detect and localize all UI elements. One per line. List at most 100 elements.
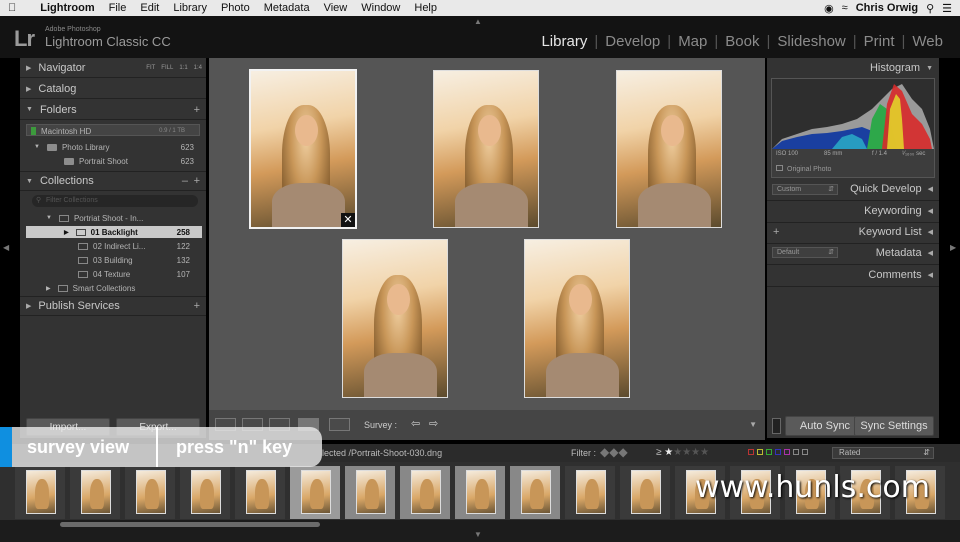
- film-thumb[interactable]: [565, 466, 615, 519]
- top-panel-toggle-icon[interactable]: ▲: [474, 17, 482, 26]
- expand-icon: ▶: [26, 64, 32, 72]
- histogram[interactable]: ISO 100 85 mm f / 1.4 ¹⁄₁₆₀₀ sec Origina…: [771, 78, 935, 178]
- next-arrow-icon[interactable]: ⇨: [429, 417, 438, 430]
- folders-header[interactable]: ▼ Folders +: [20, 100, 206, 120]
- publish-services-header[interactable]: ▶ Publish Services +: [20, 296, 206, 316]
- original-photo-toggle[interactable]: Original Photo: [776, 165, 831, 173]
- metadata-preset-select[interactable]: Default ⇵: [772, 247, 838, 258]
- smart-collections[interactable]: ▶ Smart Collections: [46, 282, 194, 294]
- survey-photo[interactable]: [616, 70, 722, 228]
- nav-modes[interactable]: FIT FILL 1:1 1:4: [146, 65, 202, 71]
- film-thumb[interactable]: [125, 466, 175, 519]
- list-icon[interactable]: ☰: [942, 2, 952, 15]
- module-slideshow[interactable]: Slideshow: [770, 33, 852, 50]
- menu-photo[interactable]: Photo: [221, 2, 250, 14]
- survey-photo[interactable]: [524, 239, 630, 398]
- iso-value: ISO 100: [776, 151, 799, 157]
- add-folder-icon[interactable]: +: [194, 104, 200, 116]
- film-thumb-selected[interactable]: [345, 466, 395, 519]
- metadata-header[interactable]: Metadata ◀: [876, 247, 933, 259]
- filter-preset-select[interactable]: Rated ⇵: [832, 447, 934, 459]
- film-thumb-selected[interactable]: [455, 466, 505, 519]
- module-map[interactable]: Map: [671, 33, 714, 50]
- flag-filter-icons[interactable]: ◆◆◆: [600, 445, 628, 459]
- film-thumb-selected[interactable]: [400, 466, 450, 519]
- collections-header[interactable]: ▼ Collections – +: [20, 171, 206, 191]
- collapse-icon: ▼: [26, 177, 33, 185]
- filter-label: Filter :: [571, 448, 597, 458]
- module-picker: Library | Develop | Map | Book | Slideshow | …: [534, 33, 950, 50]
- menu-file[interactable]: File: [109, 2, 127, 14]
- collection-item[interactable]: 03 Building 132: [78, 254, 190, 266]
- color-label-filters[interactable]: [748, 449, 808, 455]
- apple-icon[interactable]: : [8, 2, 16, 14]
- module-library[interactable]: Library: [534, 33, 594, 50]
- close-icon[interactable]: ✕: [341, 213, 355, 227]
- collection-icon: [78, 270, 88, 278]
- film-thumb[interactable]: [180, 466, 230, 519]
- film-thumb[interactable]: [235, 466, 285, 519]
- remove-collection-icon[interactable]: –: [182, 175, 188, 187]
- menu-help[interactable]: Help: [414, 2, 437, 14]
- right-panel-toggle-icon[interactable]: ▶: [950, 243, 956, 252]
- quick-develop-header[interactable]: Quick Develop ◀: [850, 183, 933, 195]
- film-thumb[interactable]: [15, 466, 65, 519]
- menu-view[interactable]: View: [324, 2, 348, 14]
- module-print[interactable]: Print: [857, 33, 902, 50]
- quick-develop-preset-select[interactable]: Custom ⇵: [772, 184, 838, 195]
- sync-toggle[interactable]: [772, 418, 781, 434]
- add-keyword-icon[interactable]: +: [773, 226, 779, 238]
- collection-item[interactable]: 02 Indirect Li... 122: [78, 240, 190, 252]
- rating-filter[interactable]: ≥ ★★★★★: [656, 447, 709, 458]
- collection-item[interactable]: 04 Texture 107: [78, 268, 190, 280]
- keywording-header[interactable]: Keywording ◀: [864, 205, 933, 217]
- film-thumb[interactable]: [620, 466, 670, 519]
- film-thumb-selected[interactable]: [290, 466, 340, 519]
- lr-logo: Lr: [14, 26, 35, 51]
- keyword-list-header[interactable]: Keyword List ◀: [859, 226, 933, 238]
- film-thumb-selected[interactable]: [510, 466, 560, 519]
- folder-item[interactable]: ▼ Photo Library 623: [34, 141, 194, 153]
- expand-icon: ◀: [927, 272, 933, 279]
- smart-collection-icon: [57, 284, 68, 292]
- collection-set[interactable]: ▼ Portriat Shoot - In...: [46, 212, 194, 224]
- collection-item[interactable]: ▶ 01 Backlight 258: [64, 226, 190, 238]
- menu-library[interactable]: Library: [173, 2, 207, 14]
- user-name[interactable]: Chris Orwig: [856, 2, 918, 14]
- add-collection-icon[interactable]: +: [194, 175, 200, 187]
- tutorial-title: survey view: [27, 437, 130, 457]
- module-web[interactable]: Web: [905, 33, 950, 50]
- survey-photo[interactable]: [433, 70, 539, 228]
- prev-arrow-icon[interactable]: ⇦: [411, 417, 420, 430]
- histogram-header[interactable]: Histogram ▼: [870, 62, 933, 74]
- volume-row[interactable]: Macintosh HD 0.9 / 1 TB: [26, 124, 200, 136]
- folder-item[interactable]: Portrait Shoot 623: [64, 155, 194, 167]
- add-publish-icon[interactable]: +: [194, 300, 200, 312]
- comments-header[interactable]: Comments ◀: [868, 269, 933, 281]
- shutter-value: ¹⁄₁₆₀₀ sec: [902, 151, 926, 157]
- navigator-header[interactable]: ▶ Navigator FIT FILL 1:1 1:4: [20, 58, 206, 78]
- people-view-icon[interactable]: [329, 418, 350, 431]
- module-book[interactable]: Book: [718, 33, 766, 50]
- menu-app[interactable]: Lightroom: [40, 2, 94, 14]
- menu-edit[interactable]: Edit: [140, 2, 159, 14]
- sync-settings-button[interactable]: Sync Settings: [854, 416, 934, 436]
- filmstrip-scrollbar[interactable]: [60, 522, 320, 527]
- survey-photo[interactable]: [342, 239, 448, 398]
- bottom-panel-toggle-icon[interactable]: ▼: [474, 530, 482, 539]
- creative-cloud-icon[interactable]: ◉: [824, 2, 834, 15]
- toolbar-menu-icon[interactable]: ▼: [749, 420, 757, 429]
- selected-path[interactable]: lected /Portrait-Shoot-030.dng: [322, 448, 442, 458]
- auto-sync-button[interactable]: Auto Sync: [785, 416, 865, 436]
- module-develop[interactable]: Develop: [598, 33, 667, 50]
- catalog-header[interactable]: ▶ Catalog: [20, 79, 206, 99]
- film-thumb[interactable]: [70, 466, 120, 519]
- search-icon[interactable]: ⚲: [926, 2, 934, 15]
- menu-metadata[interactable]: Metadata: [264, 2, 310, 14]
- collection-search-input[interactable]: ⚲ Filter Collections: [32, 195, 198, 207]
- brand-small: Adobe Photoshop: [45, 26, 101, 33]
- menu-window[interactable]: Window: [361, 2, 400, 14]
- wifi-icon[interactable]: ≈: [842, 2, 848, 14]
- left-panel-toggle-icon[interactable]: ◀: [3, 243, 9, 252]
- survey-photo-active[interactable]: ✕: [249, 69, 357, 229]
